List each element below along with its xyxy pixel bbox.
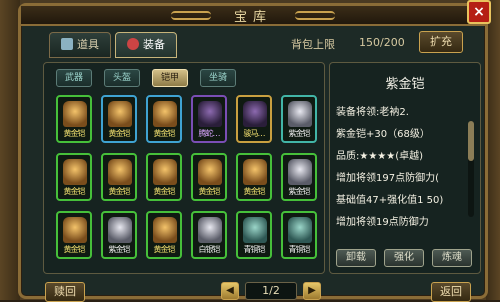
slot-label: 黄金铠 — [63, 129, 86, 138]
unequip-button[interactable]: 卸载 — [336, 249, 376, 267]
armor-icon — [198, 101, 222, 127]
detail-item-name: 紫金铠 — [385, 77, 425, 92]
filter-weapon[interactable]: 武器 — [56, 69, 92, 87]
capacity-label: 背包上限 — [291, 38, 335, 51]
filter-mount[interactable]: 坐骑 — [200, 69, 236, 87]
slot-label: 青铜铠 — [243, 245, 266, 254]
armor-icon — [153, 159, 177, 185]
window-title: 宝库 — [233, 10, 272, 25]
armor-icon — [108, 217, 132, 243]
armor-icon — [63, 159, 87, 185]
slot-label: 黄金铠 — [63, 187, 86, 196]
equipment-slot[interactable]: 黄金铠 — [146, 153, 182, 201]
filter-helmet[interactable]: 头盔 — [104, 69, 140, 87]
tab-items-label: 道具 — [77, 38, 99, 51]
expand-button[interactable]: 扩充 — [419, 31, 463, 53]
equipment-slot[interactable]: 紫金铠 — [281, 95, 317, 143]
equipment-slot[interactable]: 黄金铠 — [101, 153, 137, 201]
detail-line: 紫金铠+30（68级） — [336, 129, 430, 140]
armor-icon — [108, 101, 132, 127]
slot-label: 黄金铠 — [153, 187, 176, 196]
detail-line: 装备将领:老衲2. — [336, 107, 409, 118]
slot-label: 白银铠 — [198, 245, 221, 254]
armor-icon — [243, 159, 267, 185]
page-indicator: 1/2 — [245, 282, 297, 300]
armor-icon — [243, 101, 267, 127]
slot-label: 骏马… — [243, 129, 266, 138]
title-ornament-right — [295, 11, 335, 20]
armor-icon — [288, 217, 312, 243]
slot-label: 腾蛇… — [198, 129, 221, 138]
armor-icon — [288, 101, 312, 127]
armor-icon — [153, 217, 177, 243]
slot-label: 黄金铠 — [153, 245, 176, 254]
back-button[interactable]: 返回 — [431, 282, 471, 302]
detail-line: 增加将领19点防御力 — [336, 217, 429, 228]
inventory-panel: 武器 头盔 铠甲 坐骑 黄金铠 黄金铠 黄金铠 腾蛇… 骏马… 紫金铠 黄金铠 黄金铠 黄金铠黄… — [43, 62, 325, 274]
slot-label: 黄金铠 — [243, 187, 266, 196]
equipment-slot[interactable]: 黄金铠 — [236, 153, 272, 201]
equipment-slot[interactable]: 黄金铠 — [146, 95, 182, 143]
world-left-edge — [0, 0, 20, 300]
slot-label: 黄金铠 — [108, 187, 131, 196]
equipment-slot[interactable]: 黄金铠 — [56, 153, 92, 201]
equipment-slot[interactable]: 腾蛇… — [191, 95, 227, 143]
detail-line: 品质:★★★★(卓越) — [336, 151, 424, 162]
armor-icon — [288, 159, 312, 185]
equipment-slot[interactable]: 青铜铠 — [281, 211, 317, 259]
equipment-slot[interactable]: 骏马… — [236, 95, 272, 143]
restore-button[interactable]: 赎回 — [45, 282, 85, 302]
items-tab-icon — [61, 38, 73, 50]
armor-icon — [198, 217, 222, 243]
slot-label: 黄金铠 — [108, 129, 131, 138]
slot-label: 黄金铠 — [153, 129, 176, 138]
title-ornament-left — [171, 11, 211, 20]
equipment-slot[interactable]: 黄金铠 — [191, 153, 227, 201]
title-bar: 宝库 — [21, 6, 485, 26]
tab-equipment-label: 装备 — [143, 38, 165, 51]
slot-label: 青铜铠 — [288, 245, 311, 254]
armor-icon — [243, 217, 267, 243]
world-right-edge — [486, 0, 500, 300]
armor-icon — [63, 217, 87, 243]
pagination: ◀ 1/2 ▶ — [221, 282, 321, 300]
armor-icon — [108, 159, 132, 185]
slot-label: 黄金铠 — [198, 187, 221, 196]
detail-line: 增加将领197点防御力( — [336, 173, 439, 184]
armor-icon — [63, 101, 87, 127]
equipment-tab-icon — [127, 38, 139, 50]
armor-icon — [153, 101, 177, 127]
close-button[interactable]: × — [467, 0, 491, 24]
slot-label: 紫金铠 — [288, 187, 311, 196]
equipment-slot[interactable]: 紫金铠 — [281, 153, 317, 201]
prev-page-button[interactable]: ◀ — [221, 282, 239, 300]
equipment-slot[interactable]: 黄金铠 — [101, 95, 137, 143]
slot-label: 紫金铠 — [108, 245, 131, 254]
detail-line: 基础值47+强化值1 50) — [336, 195, 444, 206]
next-page-button[interactable]: ▶ — [303, 282, 321, 300]
armor-icon — [198, 159, 222, 185]
equipment-slot[interactable]: 白银铠 — [191, 211, 227, 259]
tab-items[interactable]: 道具 — [49, 32, 111, 58]
slot-label: 紫金铠 — [288, 129, 311, 138]
capacity-value: 150/200 — [359, 36, 405, 49]
equipment-slot[interactable]: 黄金铠 — [56, 211, 92, 259]
equipment-slot[interactable]: 黄金铠 — [56, 95, 92, 143]
tab-equipment[interactable]: 装备 — [115, 32, 177, 58]
enhance-button[interactable]: 强化 — [384, 249, 424, 267]
equipment-slot[interactable]: 紫金铠 — [101, 211, 137, 259]
detail-panel: 紫金铠 装备将领:老衲2. 紫金铠+30（68级） 品质:★★★★(卓越) 增加… — [329, 62, 481, 274]
refine-soul-button[interactable]: 炼魂 — [432, 249, 472, 267]
detail-scrollbar[interactable] — [468, 121, 474, 217]
equipment-slot[interactable]: 黄金铠 — [146, 211, 182, 259]
equipment-slot[interactable]: 青铜铠 — [236, 211, 272, 259]
slot-label: 黄金铠 — [63, 245, 86, 254]
treasury-window: 宝库 × 道具 装备 背包上限 150/200 扩充 武器 头盔 铠甲 坐骑 黄… — [18, 0, 491, 302]
scrollbar-thumb[interactable] — [468, 121, 474, 161]
filter-armor[interactable]: 铠甲 — [152, 69, 188, 87]
